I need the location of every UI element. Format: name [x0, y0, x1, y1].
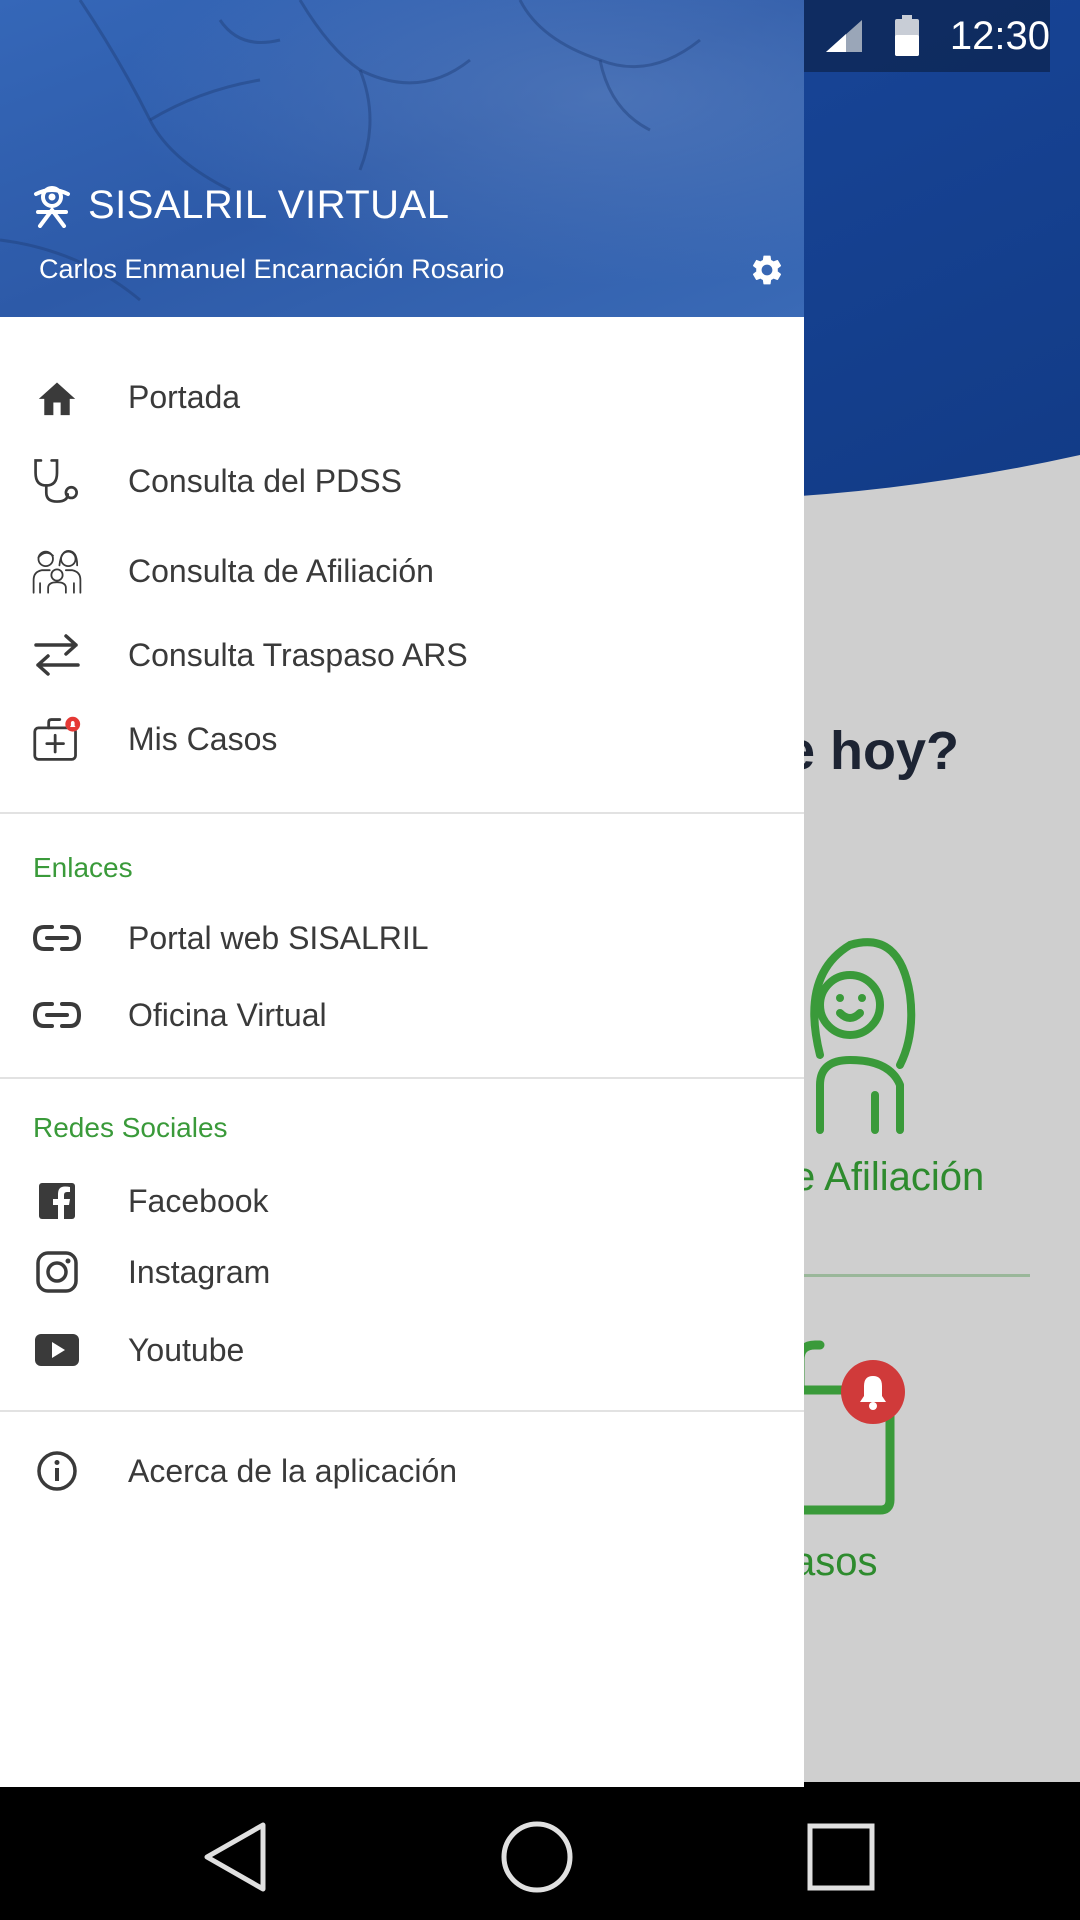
menu-label: Mis Casos: [128, 720, 278, 757]
menu-label: Oficina Virtual: [128, 996, 327, 1033]
background-card-label-affiliation: e Afiliación: [793, 1155, 985, 1199]
clock: 12:30: [949, 13, 1050, 58]
menu-item-oficina-virtual[interactable]: Oficina Virtual: [0, 980, 804, 1050]
menu-item-facebook[interactable]: Facebook: [0, 1166, 804, 1236]
menu-label: Portal web SISALRIL: [128, 919, 429, 956]
menu-label: Consulta Traspaso ARS: [128, 636, 468, 673]
menu-item-consulta-afiliacion[interactable]: Consulta de Afiliación: [0, 536, 804, 606]
user-name: Carlos Enmanuel Encarnación Rosario: [39, 254, 505, 284]
sisalril-logo-icon: [34, 185, 70, 228]
background-card-label-cases: asos: [793, 1540, 878, 1584]
navigation-drawer: SISALRIL VIRTUAL Carlos Enmanuel Encarna…: [0, 0, 804, 1787]
link-icon: [32, 990, 82, 1040]
recents-icon[interactable]: [801, 1817, 881, 1897]
divider: [0, 812, 804, 814]
facebook-icon: [32, 1176, 82, 1226]
home-button-icon[interactable]: [497, 1817, 577, 1897]
menu-label: Portada: [128, 378, 241, 415]
menu-item-portal-web[interactable]: Portal web SISALRIL: [0, 903, 804, 973]
menu-item-mis-casos[interactable]: Mis Casos: [0, 704, 804, 774]
menu-label: Acerca de la aplicación: [128, 1452, 458, 1489]
home-icon: [32, 372, 82, 422]
menu-label: Consulta del PDSS: [128, 462, 402, 499]
menu-item-youtube[interactable]: Youtube: [0, 1315, 804, 1385]
link-icon: [32, 913, 82, 963]
info-icon: [32, 1446, 82, 1496]
menu-item-consulta-traspaso[interactable]: Consulta Traspaso ARS: [0, 620, 804, 690]
menu-item-consulta-pdss[interactable]: Consulta del PDSS: [0, 446, 804, 516]
divider: [0, 1410, 804, 1412]
section-title-redes-sociales: Redes Sociales: [33, 1112, 228, 1143]
status-icons: 12:30: [803, 0, 1050, 72]
drawer-header: SISALRIL VIRTUAL Carlos Enmanuel Encarna…: [0, 0, 804, 317]
menu-label: Facebook: [128, 1182, 269, 1219]
app-title-row: SISALRIL VIRTUAL: [32, 183, 449, 228]
navigation-bar: [0, 1787, 1080, 1920]
transfer-arrows-icon: [32, 630, 82, 680]
stethoscope-icon: [32, 456, 82, 506]
menu-item-acerca-de[interactable]: Acerca de la aplicación: [0, 1436, 804, 1506]
youtube-icon: [32, 1325, 82, 1375]
family-icon: [32, 546, 82, 596]
menu-label: Instagram: [128, 1253, 271, 1290]
menu-item-portada[interactable]: Portada: [0, 362, 804, 432]
medical-kit-icon: [32, 714, 82, 764]
menu-item-instagram[interactable]: Instagram: [0, 1237, 804, 1307]
divider: [0, 1077, 804, 1079]
background-divider: [790, 1274, 1030, 1277]
menu-label: Youtube: [128, 1331, 245, 1368]
back-icon[interactable]: [195, 1817, 275, 1897]
section-title-enlaces: Enlaces: [33, 852, 133, 883]
instagram-icon: [32, 1247, 82, 1297]
app-title: SISALRIL VIRTUAL: [88, 183, 450, 227]
settings-gear-icon[interactable]: [749, 252, 785, 288]
screen: le hoy? e Afiliación asos 12:30 SISALRIL…: [0, 0, 1080, 1920]
menu-label: Consulta de Afiliación: [128, 552, 434, 589]
background-question-text: le hoy?: [770, 721, 960, 781]
battery-icon: [894, 15, 919, 56]
signal-icon: [825, 20, 862, 52]
